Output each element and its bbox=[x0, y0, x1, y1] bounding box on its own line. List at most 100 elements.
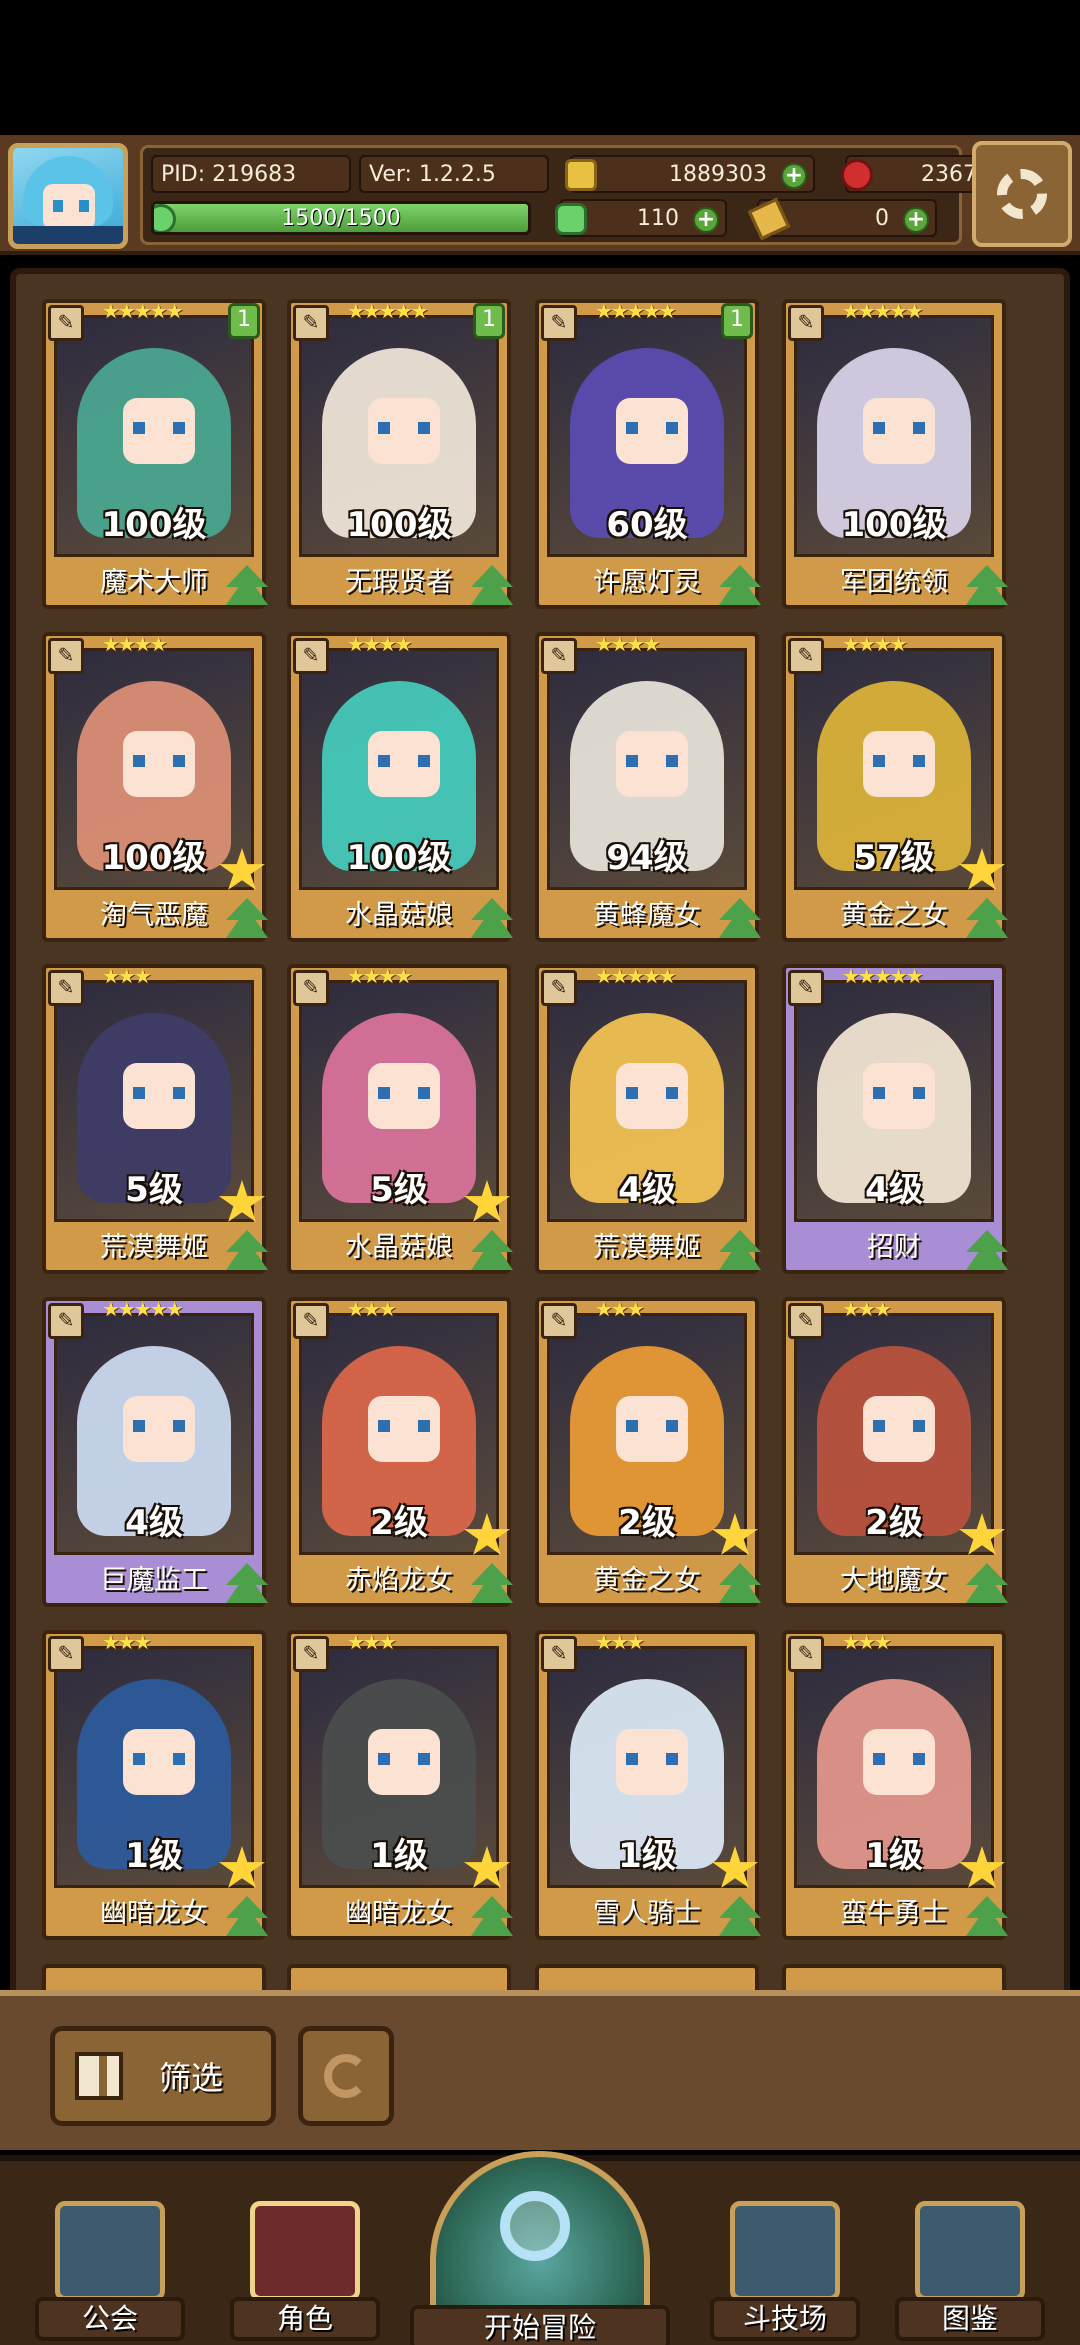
star-rating: ★★★★★ bbox=[102, 299, 184, 323]
character-card[interactable]: 100级 ✎ ★★★★★ 1 无瑕贤者 bbox=[287, 299, 513, 609]
character-card[interactable]: 100级 ✎ ★★★★ 淘气恶魔 bbox=[42, 632, 268, 942]
settings-button[interactable] bbox=[972, 141, 1072, 247]
character-card[interactable]: 5级 ✎ ★★★★ 水晶菇娘 bbox=[287, 964, 513, 1274]
nav-codex[interactable]: 图鉴 bbox=[895, 2201, 1045, 2341]
character-card[interactable]: 100级 ✎ ★★★★★ 军团统领 bbox=[782, 299, 1008, 609]
player-avatar-icon[interactable] bbox=[8, 143, 128, 249]
grid-icon bbox=[75, 2052, 123, 2100]
character-card[interactable]: 2级 ✎ ★★★ 赤焰龙女 bbox=[287, 1297, 513, 1607]
star-rating: ★★★★★ bbox=[595, 964, 677, 988]
character-name: 荒漠舞姬 bbox=[100, 1232, 208, 1263]
character-name: 赤焰龙女 bbox=[345, 1565, 453, 1596]
guild-building-icon bbox=[55, 2201, 165, 2301]
ticket-counter[interactable]: 0 + bbox=[747, 197, 937, 241]
resource-panel: PID: 219683 Ver: 1.2.2.5 1889303 + 2367 … bbox=[140, 145, 1025, 245]
character-level: 5级 bbox=[370, 1170, 428, 1210]
nav-arena-label: 斗技场 bbox=[710, 2297, 860, 2341]
character-portrait: 4级 bbox=[794, 980, 994, 1222]
character-card[interactable]: 4级 ✎ ★★★★★ 巨魔监工 bbox=[42, 1297, 268, 1607]
filter-button[interactable]: 筛选 bbox=[50, 2026, 276, 2126]
nav-characters[interactable]: 角色 bbox=[230, 2201, 380, 2341]
character-card[interactable]: 94级 ✎ ★★★★ 黄蜂魔女 bbox=[535, 632, 761, 942]
character-name: 水晶菇娘 bbox=[345, 1232, 453, 1263]
add-ticket-icon[interactable]: + bbox=[903, 207, 929, 233]
class-icon: ✎ bbox=[788, 1636, 824, 1672]
clover-value: 110 bbox=[637, 205, 679, 231]
character-card[interactable]: 1级 ✎ ★★★ 蛮牛勇士 bbox=[782, 1630, 1008, 1940]
character-level: 1级 bbox=[125, 1836, 183, 1876]
roster-controls: 筛选 bbox=[0, 1990, 1080, 2150]
character-level: 1级 bbox=[370, 1836, 428, 1876]
add-clover-icon[interactable]: + bbox=[693, 207, 719, 233]
clover-counter[interactable]: 110 + bbox=[555, 199, 727, 237]
energy-value: 1500/1500 bbox=[281, 206, 401, 231]
class-icon: ✎ bbox=[293, 1303, 329, 1339]
character-level: 100级 bbox=[346, 838, 452, 878]
character-card[interactable]: 100级 ✎ ★★★★ 水晶菇娘 bbox=[287, 632, 513, 942]
character-card[interactable]: 2级 ✎ ★★★ 黄金之女 bbox=[535, 1297, 761, 1607]
bottom-navigation: 公会 角色 开始冒险 斗技场 图鉴 bbox=[0, 2151, 1080, 2345]
class-icon: ✎ bbox=[48, 970, 84, 1006]
character-portrait-icon bbox=[250, 2201, 360, 2301]
character-portrait: 1级 bbox=[794, 1646, 994, 1888]
character-name: 军团统领 bbox=[840, 567, 948, 598]
gear-icon bbox=[997, 169, 1047, 219]
character-card[interactable]: 4级 ✎ ★★★★★ 荒漠舞姬 bbox=[535, 964, 761, 1274]
class-icon: ✎ bbox=[48, 305, 84, 341]
character-name: 雪人骑士 bbox=[593, 1898, 701, 1929]
star-rating: ★★★★★ bbox=[102, 1297, 184, 1321]
character-name: 许愿灯灵 bbox=[593, 567, 701, 598]
character-card[interactable]: 2级 ✎ ★★★ 大地魔女 bbox=[782, 1297, 1008, 1607]
character-portrait: 2级 bbox=[547, 1313, 747, 1555]
character-card[interactable]: 100级 ✎ ★★★★★ 1 魔术大师 bbox=[42, 299, 268, 609]
character-portrait: 1级 bbox=[299, 1646, 499, 1888]
character-name: 幽暗龙女 bbox=[345, 1898, 453, 1929]
character-card[interactable]: 5级 ✎ ★★★ 荒漠舞姬 bbox=[42, 964, 268, 1274]
character-level: 100级 bbox=[101, 505, 207, 545]
star-rating: ★★★★★ bbox=[842, 964, 924, 988]
class-icon: ✎ bbox=[541, 1303, 577, 1339]
nav-guild-label: 公会 bbox=[35, 2297, 185, 2341]
player-id: PID: 219683 bbox=[151, 155, 351, 193]
character-level: 57级 bbox=[853, 838, 935, 878]
nav-arena[interactable]: 斗技场 bbox=[710, 2201, 860, 2341]
character-name: 巨魔监工 bbox=[100, 1565, 208, 1596]
character-card[interactable]: 1级 ✎ ★★★ 雪人骑士 bbox=[535, 1630, 761, 1940]
class-icon: ✎ bbox=[48, 1636, 84, 1672]
nav-start-adventure[interactable]: 开始冒险 bbox=[410, 2151, 670, 2345]
refresh-icon bbox=[324, 2054, 368, 2098]
character-card[interactable]: 57级 ✎ ★★★★ 黄金之女 bbox=[782, 632, 1008, 942]
character-name: 幽暗龙女 bbox=[100, 1898, 208, 1929]
nav-codex-label: 图鉴 bbox=[895, 2297, 1045, 2341]
class-icon: ✎ bbox=[541, 638, 577, 674]
character-portrait: 2级 bbox=[299, 1313, 499, 1555]
class-icon: ✎ bbox=[293, 305, 329, 341]
character-level: 4级 bbox=[125, 1503, 183, 1543]
star-rating: ★★★★ bbox=[842, 632, 908, 656]
class-icon: ✎ bbox=[788, 970, 824, 1006]
star-rating: ★★★ bbox=[842, 1297, 892, 1321]
class-icon: ✎ bbox=[788, 305, 824, 341]
character-card[interactable]: 4级 ✎ ★★★★★ 招财 bbox=[782, 964, 1008, 1274]
character-card[interactable]: 60级 ✎ ★★★★★ 1 许愿灯灵 bbox=[535, 299, 761, 609]
character-portrait: 100级 bbox=[299, 648, 499, 890]
star-rating: ★★★★ bbox=[347, 632, 413, 656]
star-rating: ★★★ bbox=[842, 1630, 892, 1654]
character-portrait: 100级 bbox=[54, 315, 254, 557]
character-roster[interactable]: 100级 ✎ ★★★★★ 1 魔术大师 100级 ✎ ★★★★★ 1 无瑕贤者 … bbox=[10, 268, 1070, 2008]
add-gold-icon[interactable]: + bbox=[781, 163, 807, 189]
character-card[interactable]: 1级 ✎ ★★★ 幽暗龙女 bbox=[42, 1630, 268, 1940]
duplicate-count-badge: 1 bbox=[473, 303, 505, 339]
character-name: 招财 bbox=[867, 1232, 921, 1263]
nav-guild[interactable]: 公会 bbox=[35, 2201, 185, 2341]
gold-counter[interactable]: 1889303 + bbox=[565, 155, 815, 193]
magnifier-icon bbox=[500, 2191, 570, 2261]
character-name: 大地魔女 bbox=[840, 1565, 948, 1596]
reset-filter-button[interactable] bbox=[298, 2026, 394, 2126]
duplicate-count-badge: 1 bbox=[228, 303, 260, 339]
top-status-bar: PID: 219683 Ver: 1.2.2.5 1889303 + 2367 … bbox=[0, 135, 1080, 255]
red-gem-icon bbox=[841, 159, 873, 191]
character-name: 蛮牛勇士 bbox=[840, 1898, 948, 1929]
character-card[interactable]: 1级 ✎ ★★★ 幽暗龙女 bbox=[287, 1630, 513, 1940]
class-icon: ✎ bbox=[788, 1303, 824, 1339]
